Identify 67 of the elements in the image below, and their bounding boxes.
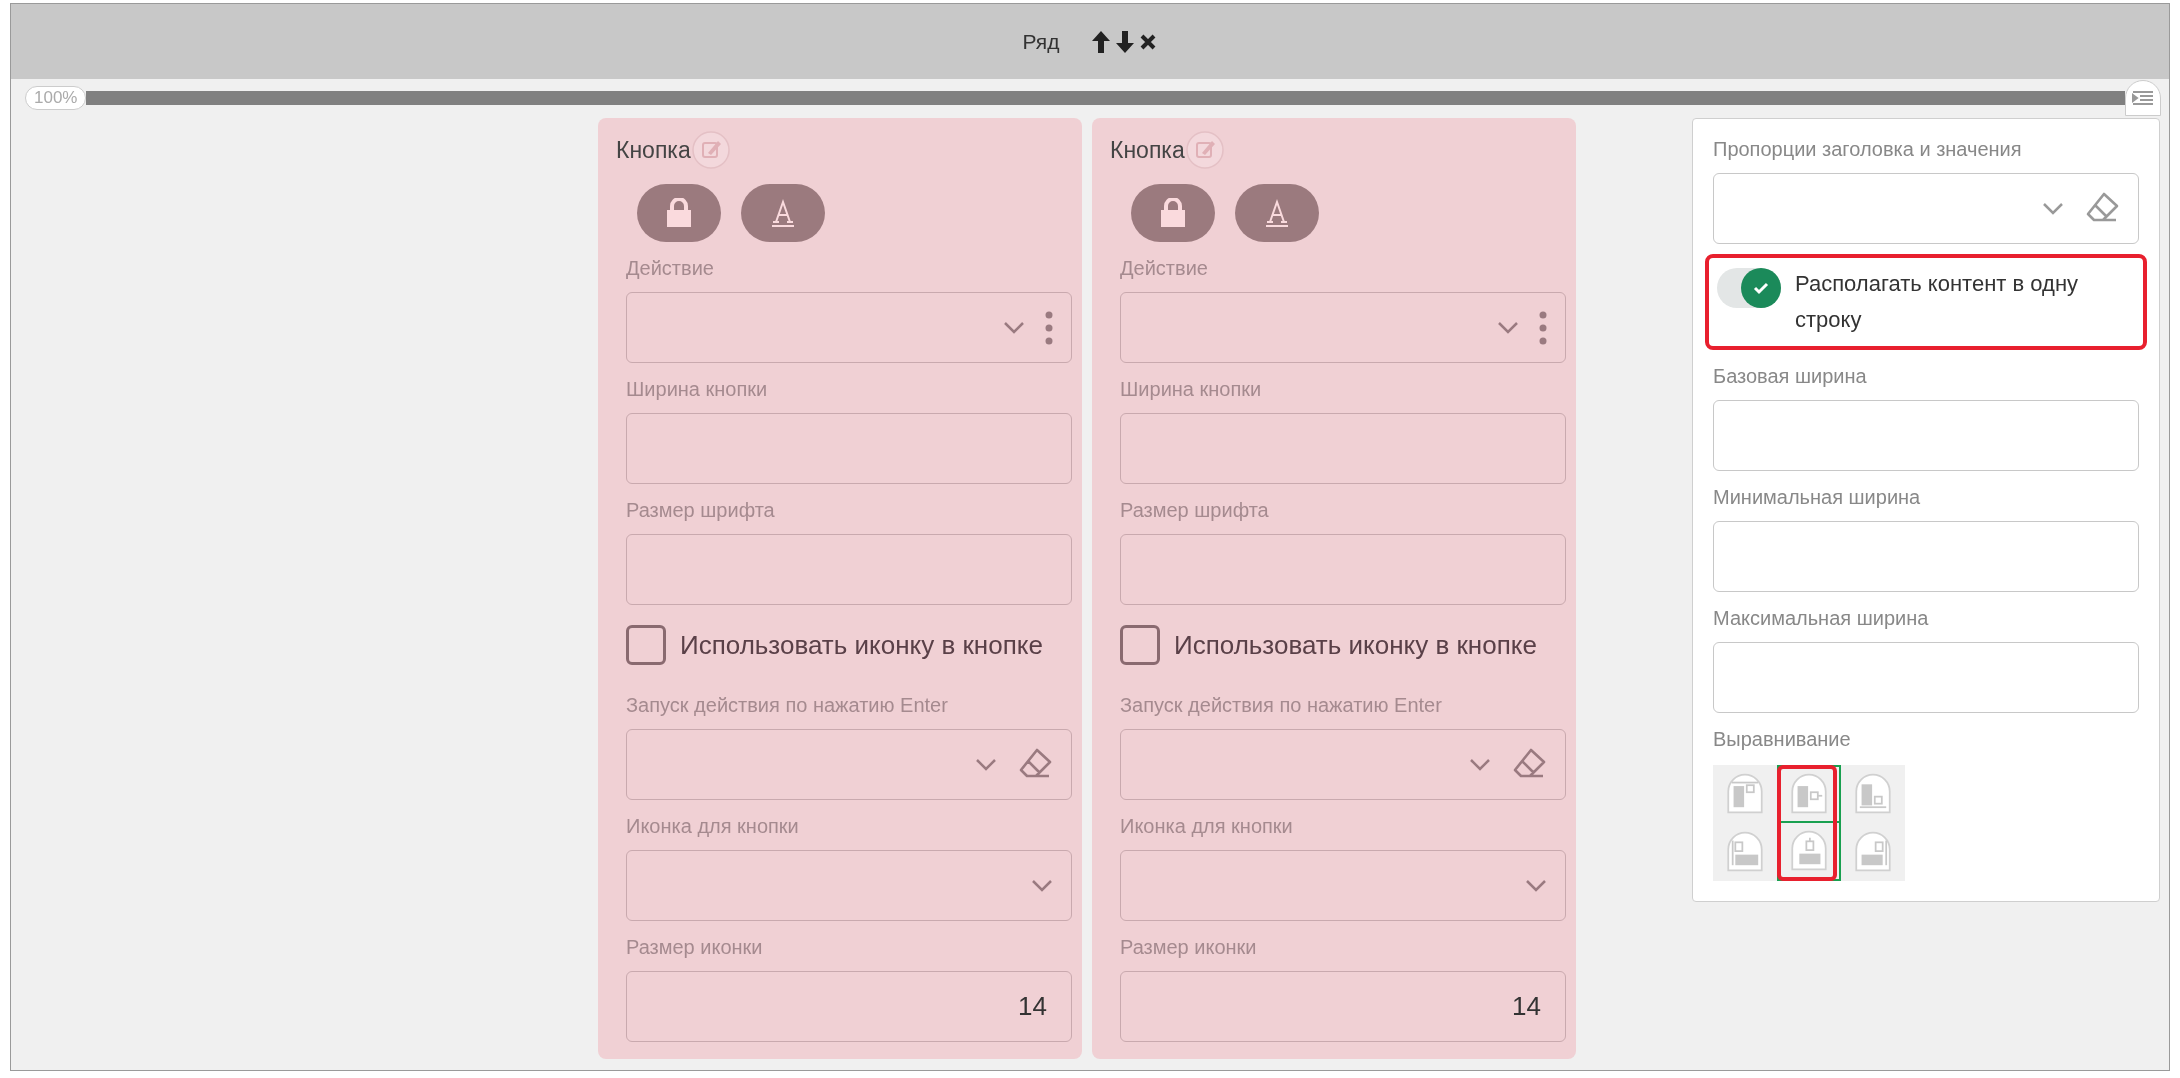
arrow-up-icon[interactable] bbox=[1091, 29, 1112, 54]
field-label: Пропорции заголовка и значения bbox=[1713, 137, 2023, 161]
field-label: Размер шрифта bbox=[626, 498, 776, 522]
dropdown-field[interactable] bbox=[1120, 850, 1566, 921]
chevron-down-icon[interactable] bbox=[2042, 201, 2064, 216]
field-label: Иконка для кнопки bbox=[1120, 814, 1294, 838]
text-style-button[interactable] bbox=[741, 184, 825, 242]
field-label: Ширина кнопки bbox=[1120, 377, 1263, 401]
input-field[interactable] bbox=[626, 534, 1072, 605]
input-field[interactable] bbox=[1120, 413, 1566, 484]
chevron-down-icon[interactable] bbox=[1003, 320, 1025, 335]
field-label: Действие bbox=[626, 256, 715, 280]
lock-button[interactable] bbox=[637, 184, 721, 242]
zoom-label: 100% bbox=[25, 86, 87, 110]
input-field[interactable]: 14 bbox=[626, 971, 1072, 1042]
alignment-option[interactable] bbox=[1777, 823, 1841, 881]
lock-icon bbox=[1159, 198, 1187, 228]
chevron-down-icon[interactable] bbox=[1469, 757, 1491, 772]
lock-icon bbox=[665, 198, 693, 228]
card-title: Кнопка bbox=[1110, 135, 1185, 165]
field-label: Иконка для кнопки bbox=[626, 814, 800, 838]
dropdown-field[interactable] bbox=[626, 292, 1072, 363]
input-field[interactable] bbox=[626, 413, 1072, 484]
checkbox-label: Использовать иконку в кнопке bbox=[1174, 628, 1537, 662]
lock-button[interactable] bbox=[1131, 184, 1215, 242]
more-icon[interactable] bbox=[1539, 310, 1547, 345]
field-label: Размер шрифта bbox=[1120, 498, 1270, 522]
field-label: Максимальная ширина bbox=[1713, 606, 1930, 630]
toggle-switch[interactable] bbox=[1717, 268, 1781, 308]
list-icon[interactable] bbox=[2125, 80, 2161, 116]
field-label: Размер иконки bbox=[626, 935, 764, 959]
chevron-down-icon[interactable] bbox=[1525, 878, 1547, 893]
edit-icon[interactable] bbox=[690, 130, 731, 170]
text-style-button[interactable] bbox=[1235, 184, 1319, 242]
dropdown-field[interactable] bbox=[1120, 729, 1566, 800]
checkbox[interactable] bbox=[1120, 625, 1160, 665]
toggle-label: Располагать контент в одну строку bbox=[1795, 270, 2080, 334]
dropdown-field[interactable] bbox=[1713, 173, 2139, 244]
checkbox-label: Использовать иконку в кнопке bbox=[680, 628, 1043, 662]
input-field[interactable] bbox=[1713, 400, 2139, 471]
row-title: Ряд bbox=[1022, 28, 1060, 55]
field-label: Минимальная ширина bbox=[1713, 485, 1922, 509]
chevron-down-icon[interactable] bbox=[1031, 878, 1053, 893]
card-title: Кнопка bbox=[616, 135, 691, 165]
edit-icon[interactable] bbox=[1184, 130, 1225, 170]
alignment-option[interactable] bbox=[1777, 765, 1841, 823]
dropdown-field[interactable] bbox=[626, 729, 1072, 800]
arrow-down-icon[interactable] bbox=[1115, 29, 1136, 54]
field-label: Ширина кнопки bbox=[626, 377, 769, 401]
checkbox[interactable] bbox=[626, 625, 666, 665]
field-label: Выравнивание bbox=[1713, 727, 1852, 751]
field-label: Запуск действия по нажатию Enter bbox=[626, 693, 949, 717]
input-field[interactable] bbox=[1713, 521, 2139, 592]
more-icon[interactable] bbox=[1045, 310, 1053, 345]
input-field[interactable]: 14 bbox=[1120, 971, 1566, 1042]
input-field[interactable] bbox=[1713, 642, 2139, 713]
chevron-down-icon[interactable] bbox=[1497, 320, 1519, 335]
dropdown-field[interactable] bbox=[1120, 292, 1566, 363]
input-field[interactable] bbox=[1120, 534, 1566, 605]
chevron-down-icon[interactable] bbox=[975, 757, 997, 772]
field-label: Размер иконки bbox=[1120, 935, 1258, 959]
dropdown-field[interactable] bbox=[626, 850, 1072, 921]
close-icon[interactable] bbox=[1139, 32, 1158, 51]
field-label: Базовая ширина bbox=[1713, 364, 1868, 388]
field-label: Запуск действия по нажатию Enter bbox=[1120, 693, 1443, 717]
check-icon bbox=[1753, 281, 1769, 295]
field-label: Действие bbox=[1120, 256, 1209, 280]
